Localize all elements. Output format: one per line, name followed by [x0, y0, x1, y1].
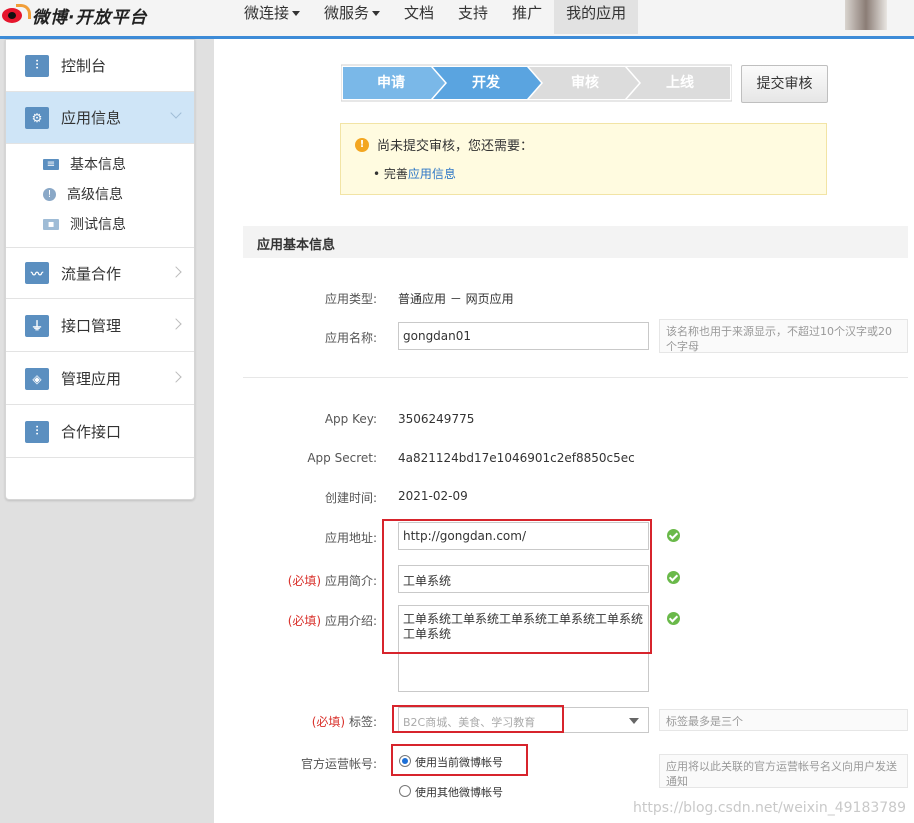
valid-check-icon	[667, 612, 680, 625]
chevron-right-icon	[170, 371, 182, 383]
step-apply: 申请	[377, 75, 405, 91]
user-avatar[interactable]	[845, 0, 887, 30]
nav-promotion[interactable]: 推广	[500, 0, 554, 34]
info-circle-icon: !	[43, 187, 56, 201]
option-other-account[interactable]: 使用其他微博帐号	[415, 784, 503, 800]
sidebar-subitem-basic-info[interactable]: ≡ 基本信息	[6, 149, 194, 179]
step-review: 审核	[571, 75, 599, 91]
sidebar-item-manage-apps[interactable]: ◈ 管理应用	[6, 353, 194, 405]
app-secret-label: App Secret:	[307, 451, 377, 465]
created-time-value: 2021-02-09	[398, 489, 468, 503]
notice-title: 尚未提交审核，您还需要：	[377, 139, 534, 154]
gear-icon: ⚙	[25, 106, 49, 129]
radio-other-account[interactable]	[399, 785, 411, 797]
app-key-label: App Key:	[324, 412, 377, 426]
weibo-eye-icon	[0, 4, 31, 26]
app-type-value: 普通应用 － 网页应用	[398, 292, 514, 306]
sidebar-item-partner-api[interactable]: ⫶ 合作接口	[6, 406, 194, 458]
warning-icon: !	[355, 138, 369, 152]
nav-weifuwu[interactable]: 微服务	[312, 0, 392, 34]
step-launch: 上线	[666, 75, 694, 91]
chevron-down-icon	[170, 107, 182, 119]
highlight-box	[392, 705, 564, 733]
highlight-box	[382, 519, 652, 654]
caret-down-icon	[372, 11, 381, 16]
chart-icon: 〰	[25, 262, 49, 284]
layers-icon: ◈	[25, 367, 49, 390]
created-time-label: 创建时间:	[324, 491, 377, 505]
main-nav: 微连接 微服务 文档 支持 推广 我的应用	[232, 0, 639, 36]
app-name-input[interactable]: gongdan01	[398, 322, 649, 350]
sliders-icon: ⫶	[25, 420, 49, 443]
section-title: 应用基本信息	[257, 238, 336, 253]
brand-name: 微博·开放平台	[32, 7, 148, 28]
top-navigation-bar: 微博·开放平台 微连接 微服务 文档 支持 推广 我的应用	[0, 0, 914, 39]
submit-review-button[interactable]: 提交审核	[741, 65, 828, 103]
nav-my-apps[interactable]: 我的应用	[554, 0, 639, 34]
app-key-value: 3506249775	[398, 412, 475, 426]
sidebar-item-api-management[interactable]: ⏚ 接口管理	[6, 300, 194, 352]
app-name-hint: 该名称也用于来源显示，不超过10个汉字或20个字母	[659, 319, 908, 353]
step-develop: 开发	[472, 75, 500, 91]
caret-down-icon	[292, 11, 301, 16]
dropdown-arrow-icon[interactable]	[629, 718, 639, 724]
chevron-right-icon	[170, 318, 182, 330]
sidebar-subitem-test-info[interactable]: ▪ 测试信息	[6, 209, 194, 239]
valid-check-icon	[667, 571, 680, 584]
sidebar-item-traffic[interactable]: 〰 流量合作	[6, 247, 194, 299]
nav-weilianjie[interactable]: 微连接	[232, 0, 312, 34]
sidebar-subitem-advanced-info[interactable]: ! 高级信息	[6, 179, 194, 209]
sidebar: ⫶ 控制台 ⚙ 应用信息 ≡ 基本信息 ! 高级信息 ▪ 测试信息 〰 流量合作…	[5, 39, 195, 500]
sidebar-item-app-info[interactable]: ⚙ 应用信息	[6, 92, 194, 144]
official-account-hint: 应用将以此关联的官方运营帐号名义向用户发送通知	[659, 754, 908, 788]
app-intro-label: (必填) 应用介绍:	[287, 614, 377, 628]
app-type-label: 应用类型:	[324, 292, 377, 306]
id-card-icon: ≡	[43, 158, 59, 170]
section-header: 应用基本信息	[243, 226, 908, 258]
nav-support[interactable]: 支持	[446, 0, 500, 34]
app-info-link[interactable]: 应用信息	[408, 167, 456, 181]
user-card-icon: ▪	[43, 218, 59, 230]
tags-label: (必填) 标签:	[311, 715, 377, 729]
app-url-label: 应用地址:	[324, 531, 377, 545]
weibo-logo[interactable]: 微博·开放平台	[0, 2, 147, 28]
tags-hint: 标签最多是三个	[659, 709, 908, 731]
app-summary-label: (必填) 应用简介:	[287, 574, 377, 588]
official-account-label: 官方运营帐号:	[300, 757, 377, 771]
review-notice: ! 尚未提交审核，您还需要： • 完善应用信息	[340, 123, 827, 195]
highlight-box	[391, 744, 528, 776]
plug-icon: ⏚	[25, 314, 49, 337]
watermark: https://blog.csdn.net/weixin_49183789	[632, 800, 906, 816]
chevron-right-icon	[170, 266, 182, 278]
notice-bullet: • 完善应用信息	[373, 167, 456, 181]
app-secret-value: 4a821124bd17e1046901c2ef8850c5ec	[398, 451, 635, 465]
valid-check-icon	[667, 529, 680, 542]
progress-steps: 申请 开发 审核 上线	[341, 64, 732, 102]
sliders-icon: ⫶	[25, 54, 49, 77]
sidebar-item-console[interactable]: ⫶ 控制台	[6, 40, 194, 92]
app-name-label: 应用名称:	[324, 331, 377, 345]
nav-docs[interactable]: 文档	[392, 0, 446, 34]
section-divider	[243, 377, 908, 378]
